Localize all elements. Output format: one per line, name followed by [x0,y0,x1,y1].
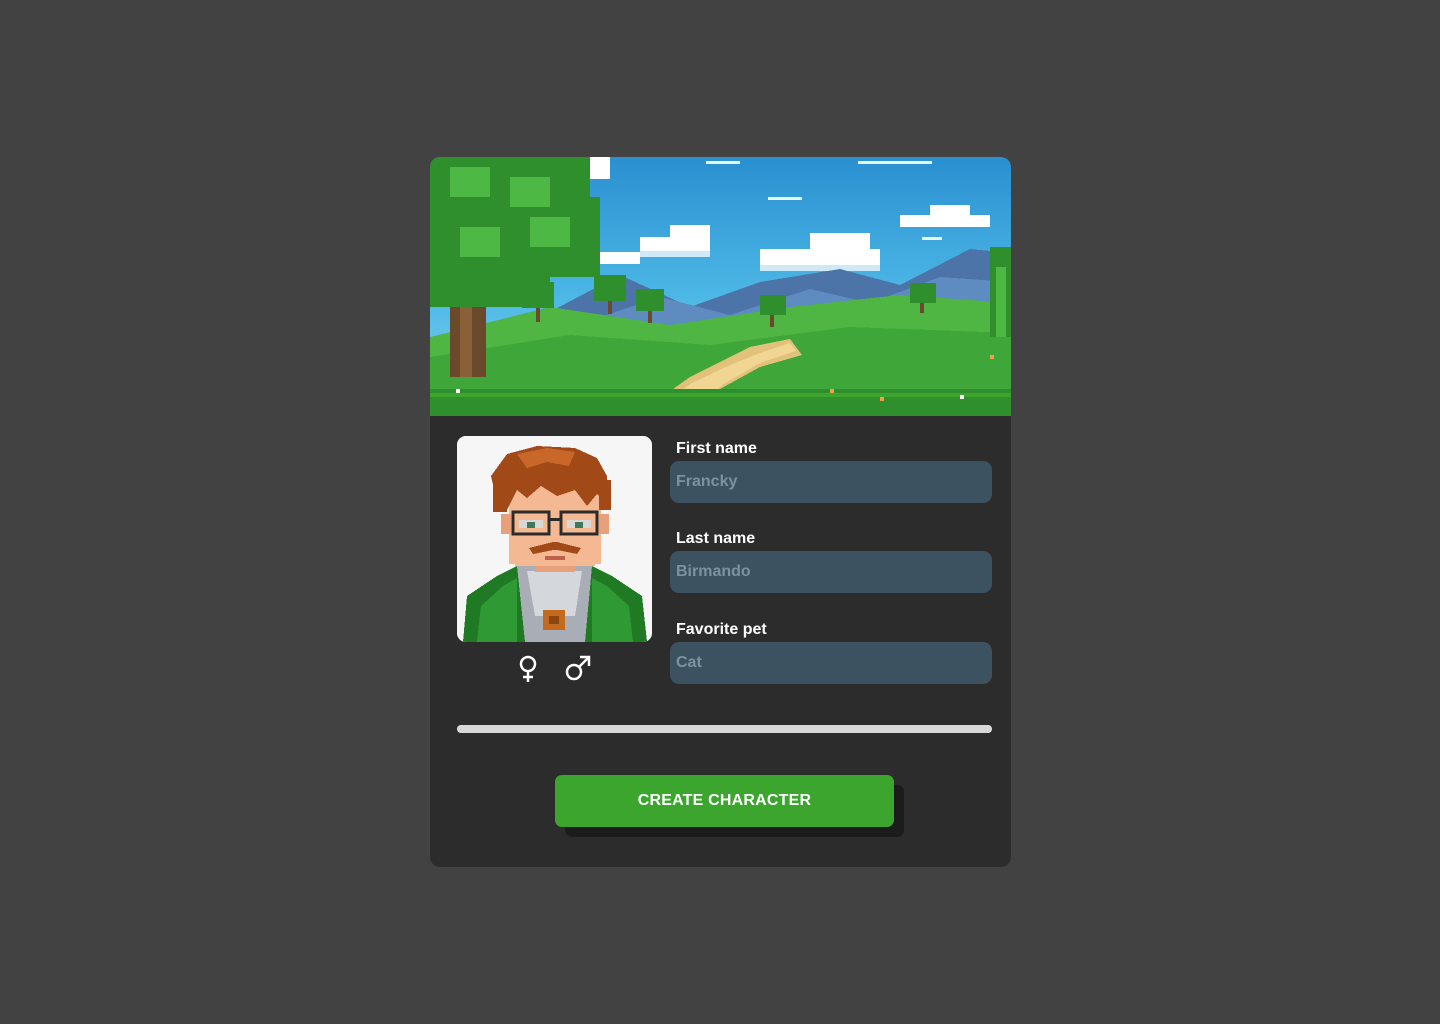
first-name-input[interactable] [670,461,992,503]
character-portrait [457,436,652,642]
gender-selector [514,653,594,685]
character-creation-card: First name Last name Favorite pet CREATE… [430,157,1011,867]
male-symbol-icon[interactable] [563,653,593,683]
last-name-label: Last name [676,530,756,547]
favorite-pet-label: Favorite pet [676,621,767,638]
create-character-button[interactable]: CREATE CHARACTER [555,775,894,827]
character-portrait-image [457,436,652,642]
favorite-pet-input[interactable] [670,642,992,684]
landscape-banner-image [430,157,1011,416]
progress-bar [457,725,992,733]
female-symbol-icon[interactable] [514,653,544,683]
progress-bar-fill [457,725,992,733]
last-name-input[interactable] [670,551,992,593]
first-name-label: First name [676,440,757,457]
